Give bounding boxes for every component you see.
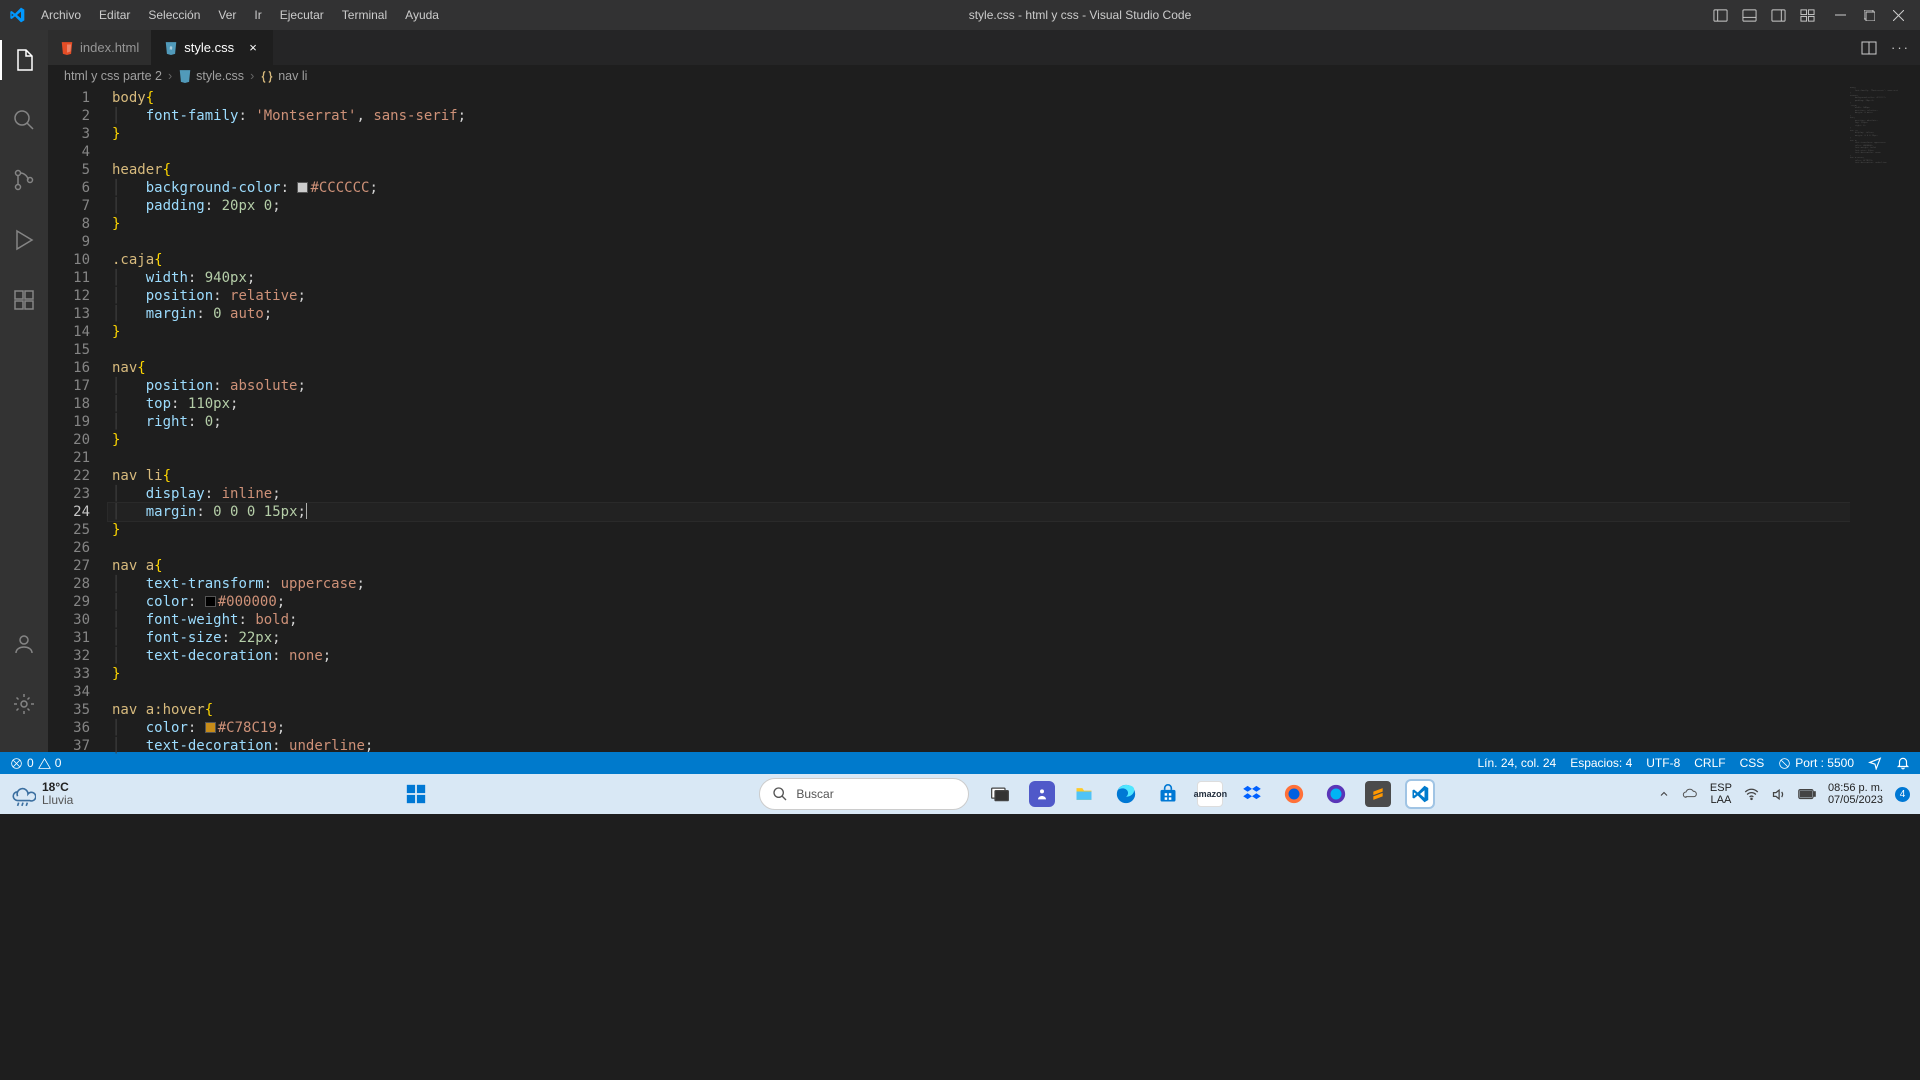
eol[interactable]: CRLF [1694,756,1725,770]
menu-terminal[interactable]: Terminal [334,4,395,26]
explorer-icon[interactable] [0,40,48,80]
breadcrumb-part[interactable]: nav li [278,69,307,83]
titlebar: ArchivoEditarSelecciónVerIrEjecutarTermi… [0,0,1920,30]
layout-controls [1713,8,1815,23]
toggle-panel-icon[interactable] [1742,8,1757,23]
close-button[interactable] [1893,10,1904,21]
menu-archivo[interactable]: Archivo [33,4,89,26]
wifi-icon[interactable] [1744,787,1759,802]
errors-warnings[interactable]: 0 0 [10,756,61,770]
svg-text:#: # [170,45,173,51]
tab-index-html[interactable]: index.html [48,30,152,65]
battery-icon[interactable] [1798,788,1816,800]
search-icon[interactable] [0,100,48,140]
encoding[interactable]: UTF-8 [1646,756,1680,770]
editor-group: index.html#style.css× ··· html y css par… [48,30,1920,752]
file-explorer-icon[interactable] [1071,781,1097,807]
firefox-icon[interactable] [1281,781,1307,807]
line-numbers: 1234567891011121314151617181920212223242… [48,87,108,752]
minimize-button[interactable] [1835,10,1846,21]
code-editor[interactable]: body{│ font-family: 'Montserrat', sans-s… [108,87,1850,752]
sublime-icon[interactable] [1365,781,1391,807]
cursor-position[interactable]: Lín. 24, col. 24 [1477,756,1556,770]
teams-icon[interactable] [1029,781,1055,807]
accounts-icon[interactable] [0,624,48,664]
tab-style-css[interactable]: #style.css× [152,30,273,65]
more-actions-icon[interactable]: ··· [1891,40,1910,55]
menu-ir[interactable]: Ir [246,4,269,26]
weather-widget[interactable]: 18°C Lluvia [10,781,73,807]
menu-ayuda[interactable]: Ayuda [397,4,447,26]
run-debug-icon[interactable] [0,220,48,260]
indentation[interactable]: Espacios: 4 [1570,756,1632,770]
weather-desc: Lluvia [42,794,73,807]
toggle-secondary-sidebar-icon[interactable] [1771,8,1786,23]
vscode-logo-icon [8,7,25,24]
volume-icon[interactable] [1771,787,1786,802]
store-icon[interactable] [1155,781,1181,807]
notifications-icon[interactable] [1896,756,1910,770]
editor-body: 1234567891011121314151617181920212223242… [48,87,1920,752]
activity-bar [0,30,48,752]
menu-ver[interactable]: Ver [210,4,244,26]
dropbox-icon[interactable] [1239,781,1265,807]
menu-selección[interactable]: Selección [140,4,208,26]
css-file-icon: # [164,41,178,55]
minimap[interactable]: body{ font-family: 'Montserrat', sans-se… [1850,87,1920,752]
notification-badge[interactable]: 4 [1895,787,1910,802]
language-indicator[interactable]: ESP LAA [1710,782,1732,806]
css-file-icon [178,69,192,83]
breadcrumbs[interactable]: html y css parte 2›style.css›nav li [48,65,1920,87]
settings-gear-icon[interactable] [0,684,48,724]
amazon-icon[interactable]: amazon [1197,781,1223,807]
breadcrumb-part[interactable]: style.css [196,69,244,83]
close-tab-icon[interactable]: × [246,40,260,55]
clock[interactable]: 08:56 p. m. 07/05/2023 [1828,782,1883,806]
menu-ejecutar[interactable]: Ejecutar [272,4,332,26]
live-server-port[interactable]: Port : 5500 [1778,756,1854,770]
vscode-taskbar-icon[interactable] [1407,781,1433,807]
feedback-icon[interactable] [1868,756,1882,770]
editor-actions: ··· [1851,30,1920,65]
status-bar: 0 0 Lín. 24, col. 24 Espacios: 4 UTF-8 C… [0,752,1920,774]
window-controls [1835,10,1912,21]
maximize-button[interactable] [1864,10,1875,21]
toggle-primary-sidebar-icon[interactable] [1713,8,1728,23]
edge-icon[interactable] [1113,781,1139,807]
taskbar-search[interactable]: Buscar [759,778,969,810]
task-view-icon[interactable] [987,781,1013,807]
customize-layout-icon[interactable] [1800,8,1815,23]
breadcrumb-part[interactable]: html y css parte 2 [64,69,162,83]
split-editor-icon[interactable] [1861,40,1877,56]
source-control-icon[interactable] [0,160,48,200]
tray-chevron-icon[interactable] [1658,788,1670,800]
firefox-dev-icon[interactable] [1323,781,1349,807]
window-title: style.css - html y css - Visual Studio C… [447,8,1713,22]
onedrive-icon[interactable] [1682,787,1698,801]
menu-editar[interactable]: Editar [91,4,138,26]
language-mode[interactable]: CSS [1740,756,1765,770]
css-rule-icon [260,69,274,83]
editor-tabs: index.html#style.css× ··· [48,30,1920,65]
menu-bar: ArchivoEditarSelecciónVerIrEjecutarTermi… [33,4,447,26]
html-file-icon [60,41,74,55]
windows-taskbar: 18°C Lluvia Buscar amazon ESP LAA 08:56 [0,774,1920,814]
extensions-icon[interactable] [0,280,48,320]
start-button[interactable] [403,781,429,807]
